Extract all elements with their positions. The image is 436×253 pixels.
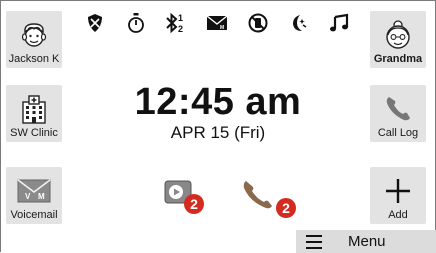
missed-calls-notification[interactable]: 2: [240, 178, 300, 220]
menu-label: Menu: [348, 233, 386, 250]
phone-handset-icon: [378, 91, 418, 127]
voicemail-tile[interactable]: V M Voicemail: [6, 167, 62, 224]
bluetooth-superscript: 1: [178, 13, 183, 23]
voicemail-envelope-icon: V M: [14, 173, 54, 209]
status-bar: 1 2 M: [82, 10, 352, 36]
hospital-building-icon: [14, 91, 54, 127]
menu-button[interactable]: Menu: [296, 230, 436, 253]
missed-call-phone-icon: [243, 181, 272, 209]
call-log-label: Call Log: [377, 127, 419, 139]
no-phone-icon: [245, 10, 271, 36]
contact-label: SW Clinic: [10, 127, 58, 139]
voicemail-letter-m: M: [38, 192, 45, 201]
contact-tile-sw-clinic[interactable]: SW Clinic: [6, 85, 62, 142]
hamburger-icon: [306, 234, 322, 249]
add-label: Add: [388, 209, 408, 221]
bluetooth-subscript: 2: [178, 24, 183, 34]
clock-time: 12:45 am: [134, 81, 302, 123]
voicemail-count-badge: 2: [184, 194, 204, 214]
missed-calls-count-badge: 2: [276, 198, 296, 218]
shield-icon: [82, 10, 108, 36]
music-note-icon: [326, 10, 352, 36]
call-log-tile[interactable]: Call Log: [370, 85, 426, 142]
mail-letter: M: [220, 25, 224, 31]
voicemail-label: Voicemail: [10, 209, 58, 221]
night-mode-icon: [285, 10, 311, 36]
add-contact-tile[interactable]: Add: [370, 167, 426, 224]
voicemail-letter-v: V: [25, 192, 31, 201]
stopwatch-icon: [123, 10, 149, 36]
plus-icon: [378, 173, 418, 209]
contact-label: Jackson K: [8, 53, 60, 65]
grandma-face-icon: [378, 17, 418, 53]
new-voicemail-notification[interactable]: 2: [164, 180, 204, 216]
boy-face-icon: [14, 17, 54, 53]
contact-label: Grandma: [373, 53, 423, 65]
clock-display: 12:45 am APR 15 (Fri): [100, 82, 336, 144]
clock-date: APR 15 (Fri): [170, 123, 266, 142]
bluetooth-icon: 1 2: [163, 10, 189, 36]
contact-tile-jackson[interactable]: Jackson K: [6, 11, 62, 68]
contact-tile-grandma[interactable]: Grandma: [370, 11, 426, 68]
mail-icon: M: [204, 10, 230, 36]
